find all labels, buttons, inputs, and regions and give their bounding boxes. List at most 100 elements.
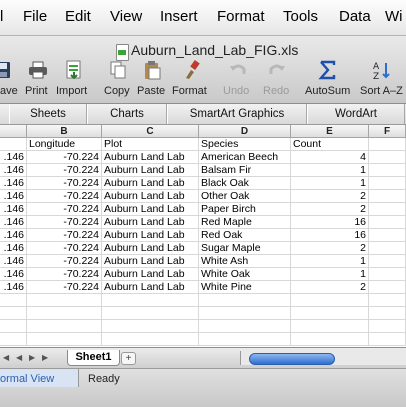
cell-e-row-9[interactable]: 2 (291, 242, 369, 255)
cell-f-row-5[interactable] (369, 190, 406, 203)
cell-e-row-11[interactable]: 1 (291, 268, 369, 281)
cell-e-row-4[interactable]: 1 (291, 177, 369, 190)
cell-a-row-5[interactable]: .146 (0, 190, 27, 203)
menu-format[interactable]: Format (217, 8, 265, 25)
cell-b-row-7[interactable]: -70.224 (27, 216, 102, 229)
cell-d-row-10[interactable]: White Ash (199, 255, 291, 268)
cell-e-row-2[interactable]: 4 (291, 151, 369, 164)
sheet-tab-sheet1[interactable]: Sheet1 (67, 350, 120, 366)
cell-a-row-6[interactable]: .146 (0, 203, 27, 216)
menu-data[interactable]: Data (339, 8, 371, 25)
cell-c-row-2[interactable]: Auburn Land Lab (102, 151, 199, 164)
cell-a-row-2[interactable]: .146 (0, 151, 27, 164)
cell-e-row-10[interactable]: 1 (291, 255, 369, 268)
column-header-b[interactable]: B (27, 125, 102, 138)
cell-f-row-3[interactable] (369, 164, 406, 177)
empty-cell[interactable] (27, 320, 102, 333)
empty-cell[interactable] (102, 320, 199, 333)
cell-d-row-5[interactable]: Other Oak (199, 190, 291, 203)
autosum-button[interactable]: AutoSum (305, 60, 353, 100)
ribbon-tab-charts[interactable]: Charts (87, 104, 167, 124)
empty-cell[interactable] (27, 307, 102, 320)
empty-cell[interactable] (0, 294, 27, 307)
horizontal-scrollbar[interactable] (240, 351, 406, 365)
cell-a-row-8[interactable]: .146 (0, 229, 27, 242)
cell-a-row-11[interactable]: .146 (0, 268, 27, 281)
cell-c-row-4[interactable]: Auburn Land Lab (102, 177, 199, 190)
empty-cell[interactable] (199, 333, 291, 346)
empty-cell[interactable] (369, 307, 406, 320)
cell-d-row-6[interactable]: Paper Birch (199, 203, 291, 216)
cell-e-row-12[interactable]: 2 (291, 281, 369, 294)
normal-view-button[interactable]: ormal View (0, 369, 79, 387)
cell-f-row-7[interactable] (369, 216, 406, 229)
column-header-a[interactable] (0, 125, 27, 138)
next-sheet-button[interactable]: ▶ (29, 353, 37, 363)
cell-c-row-6[interactable]: Auburn Land Lab (102, 203, 199, 216)
last-sheet-button[interactable]: ▶ (42, 353, 50, 363)
cell-f-row-4[interactable] (369, 177, 406, 190)
import-button[interactable]: Import (56, 60, 92, 100)
empty-cell[interactable] (199, 307, 291, 320)
cell-f-row-8[interactable] (369, 229, 406, 242)
cell-d-row-11[interactable]: White Oak (199, 268, 291, 281)
cell-e-row-6[interactable]: 2 (291, 203, 369, 216)
cell-c-row-10[interactable]: Auburn Land Lab (102, 255, 199, 268)
cell-a1[interactable] (0, 138, 27, 151)
first-sheet-button[interactable]: ◀ (3, 353, 11, 363)
cell-d-row-4[interactable]: Black Oak (199, 177, 291, 190)
ribbon-tab-wordart[interactable]: WordArt (307, 104, 405, 124)
cell-c-row-3[interactable]: Auburn Land Lab (102, 164, 199, 177)
cell-b-row-12[interactable]: -70.224 (27, 281, 102, 294)
print-button[interactable]: Print (25, 60, 52, 100)
empty-cell[interactable] (27, 333, 102, 346)
ribbon-tab-sheets[interactable]: Sheets (9, 104, 87, 124)
empty-cell[interactable] (291, 307, 369, 320)
cell-c-row-8[interactable]: Auburn Land Lab (102, 229, 199, 242)
cell-e-row-8[interactable]: 16 (291, 229, 369, 242)
cell-b-row-5[interactable]: -70.224 (27, 190, 102, 203)
cell-c-row-9[interactable]: Auburn Land Lab (102, 242, 199, 255)
cell-f-row-6[interactable] (369, 203, 406, 216)
cell-b-row-8[interactable]: -70.224 (27, 229, 102, 242)
cell-f-row-2[interactable] (369, 151, 406, 164)
cell-d-row-8[interactable]: Red Oak (199, 229, 291, 242)
column-header-c[interactable]: C (102, 125, 199, 138)
header-cell-b[interactable]: Longitude (27, 138, 102, 151)
header-cell-e[interactable]: Count (291, 138, 369, 151)
cell-a-row-9[interactable]: .146 (0, 242, 27, 255)
cell-b-row-10[interactable]: -70.224 (27, 255, 102, 268)
add-sheet-button[interactable]: + (121, 352, 136, 365)
empty-cell[interactable] (0, 307, 27, 320)
cell-f-row-12[interactable] (369, 281, 406, 294)
empty-cell[interactable] (102, 307, 199, 320)
menu-view[interactable]: View (110, 8, 142, 25)
cell-d-row-3[interactable]: Balsam Fir (199, 164, 291, 177)
column-header-e[interactable]: E (291, 125, 369, 138)
cell-c-row-5[interactable]: Auburn Land Lab (102, 190, 199, 203)
empty-cell[interactable] (369, 294, 406, 307)
undo-button[interactable]: Undo (223, 60, 253, 100)
cell-e-row-5[interactable]: 2 (291, 190, 369, 203)
cell-a-row-12[interactable]: .146 (0, 281, 27, 294)
cell-c-row-12[interactable]: Auburn Land Lab (102, 281, 199, 294)
cell-f-row-10[interactable] (369, 255, 406, 268)
paste-button[interactable]: Paste (137, 60, 167, 100)
header-cell-d[interactable]: Species (199, 138, 291, 151)
cell-b-row-2[interactable]: -70.224 (27, 151, 102, 164)
copy-button[interactable]: Copy (104, 60, 132, 100)
cell-d-row-12[interactable]: White Pine (199, 281, 291, 294)
cell-f-row-9[interactable] (369, 242, 406, 255)
empty-cell[interactable] (291, 320, 369, 333)
cell-a-row-4[interactable]: .146 (0, 177, 27, 190)
format-painter-button[interactable]: Format (172, 60, 212, 100)
empty-cell[interactable] (369, 333, 406, 346)
cell-e-row-7[interactable]: 16 (291, 216, 369, 229)
cell-e-row-3[interactable]: 1 (291, 164, 369, 177)
empty-cell[interactable] (199, 320, 291, 333)
cell-a-row-3[interactable]: .146 (0, 164, 27, 177)
empty-cell[interactable] (291, 333, 369, 346)
cell-a-row-10[interactable]: .146 (0, 255, 27, 268)
menu-insert[interactable]: Insert (160, 8, 198, 25)
menu-excel[interactable]: l (0, 8, 3, 25)
